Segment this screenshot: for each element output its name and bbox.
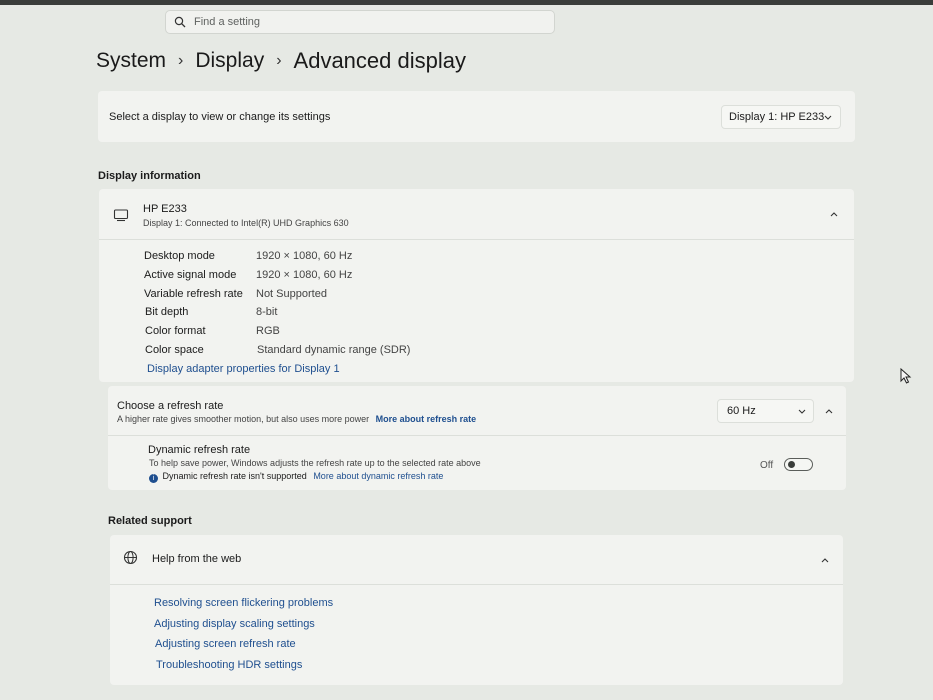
display-information-header[interactable]: HP E233 Display 1: Connected to Intel(R)… xyxy=(99,189,854,239)
chevron-right-icon: › xyxy=(276,52,282,69)
info-value: 8-bit xyxy=(256,306,278,318)
search-icon xyxy=(174,16,186,28)
breadcrumb-system[interactable]: System xyxy=(96,49,166,72)
breadcrumb: System › Display › Advanced display xyxy=(96,48,466,74)
more-about-dynamic-refresh-link[interactable]: More about dynamic refresh rate xyxy=(313,471,443,481)
help-from-web-title: Help from the web xyxy=(152,553,242,565)
refresh-rate-select[interactable]: 60 Hz xyxy=(717,399,814,423)
info-value: 1920 × 1080, 60 Hz xyxy=(256,250,353,262)
globe-icon xyxy=(123,550,138,565)
display-select[interactable]: Display 1: HP E233 xyxy=(721,105,841,129)
dynamic-refresh-toggle[interactable] xyxy=(784,458,813,471)
info-label: Bit depth xyxy=(145,306,189,318)
window-top-edge xyxy=(0,0,933,5)
more-about-refresh-rate-link[interactable]: More about refresh rate xyxy=(376,414,477,424)
chevron-up-icon[interactable] xyxy=(824,407,834,415)
monitor-subtitle: Display 1: Connected to Intel(R) UHD Gra… xyxy=(143,218,349,228)
search-input[interactable] xyxy=(194,13,534,31)
select-display-card: Select a display to view or change its s… xyxy=(98,91,855,142)
breadcrumb-display[interactable]: Display xyxy=(195,49,264,72)
search-box[interactable] xyxy=(165,10,555,34)
display-select-value: Display 1: HP E233 xyxy=(729,111,825,123)
divider xyxy=(110,584,843,585)
help-from-web-card: Help from the web Resolving screen flick… xyxy=(110,535,843,685)
mouse-cursor-icon xyxy=(900,368,912,384)
info-label: Desktop mode xyxy=(144,250,215,262)
dynamic-refresh-notice-line: i Dynamic refresh rate isn't supported M… xyxy=(149,471,443,483)
info-value: RGB xyxy=(256,325,280,337)
dynamic-refresh-title: Dynamic refresh rate xyxy=(148,444,251,456)
chevron-down-icon xyxy=(824,115,832,120)
monitor-icon xyxy=(113,209,129,222)
divider xyxy=(99,239,854,240)
chevron-up-icon[interactable] xyxy=(820,556,830,564)
info-value: Not Supported xyxy=(256,288,327,300)
info-label: Color space xyxy=(145,344,204,356)
display-adapter-properties-link[interactable]: Display adapter properties for Display 1 xyxy=(147,363,340,375)
info-label: Active signal mode xyxy=(144,269,237,281)
help-link[interactable]: Adjusting display scaling settings xyxy=(154,618,315,630)
info-value: 1920 × 1080, 60 Hz xyxy=(256,269,353,281)
help-from-web-header[interactable]: Help from the web xyxy=(110,535,843,584)
info-label: Variable refresh rate xyxy=(144,288,243,300)
refresh-rate-value: 60 Hz xyxy=(727,405,756,417)
dynamic-refresh-notice: Dynamic refresh rate isn't supported xyxy=(162,471,307,481)
refresh-rate-description: A higher rate gives smoother motion, but… xyxy=(117,414,370,424)
display-information-card: HP E233 Display 1: Connected to Intel(R)… xyxy=(99,189,854,382)
info-label: Color format xyxy=(145,325,206,337)
related-support-heading: Related support xyxy=(108,515,192,527)
info-value: Standard dynamic range (SDR) xyxy=(257,344,411,356)
refresh-rate-description-line: A higher rate gives smoother motion, but… xyxy=(117,414,476,424)
divider xyxy=(108,435,846,436)
chevron-down-icon xyxy=(798,409,806,414)
select-display-label: Select a display to view or change its s… xyxy=(109,111,331,123)
dynamic-refresh-description: To help save power, Windows adjusts the … xyxy=(149,458,481,468)
chevron-up-icon[interactable] xyxy=(829,210,839,218)
info-icon: i xyxy=(149,474,158,483)
display-information-heading: Display information xyxy=(98,170,201,182)
help-link[interactable]: Resolving screen flickering problems xyxy=(154,597,333,609)
help-link[interactable]: Troubleshooting HDR settings xyxy=(156,659,302,671)
toggle-knob xyxy=(788,461,795,468)
page-title: Advanced display xyxy=(293,48,466,73)
refresh-rate-card: Choose a refresh rate A higher rate give… xyxy=(108,386,846,490)
dynamic-refresh-toggle-label: Off xyxy=(760,460,774,471)
refresh-rate-title: Choose a refresh rate xyxy=(117,400,224,412)
monitor-name: HP E233 xyxy=(143,203,187,215)
help-link[interactable]: Adjusting screen refresh rate xyxy=(155,638,296,650)
chevron-right-icon: › xyxy=(178,52,184,69)
